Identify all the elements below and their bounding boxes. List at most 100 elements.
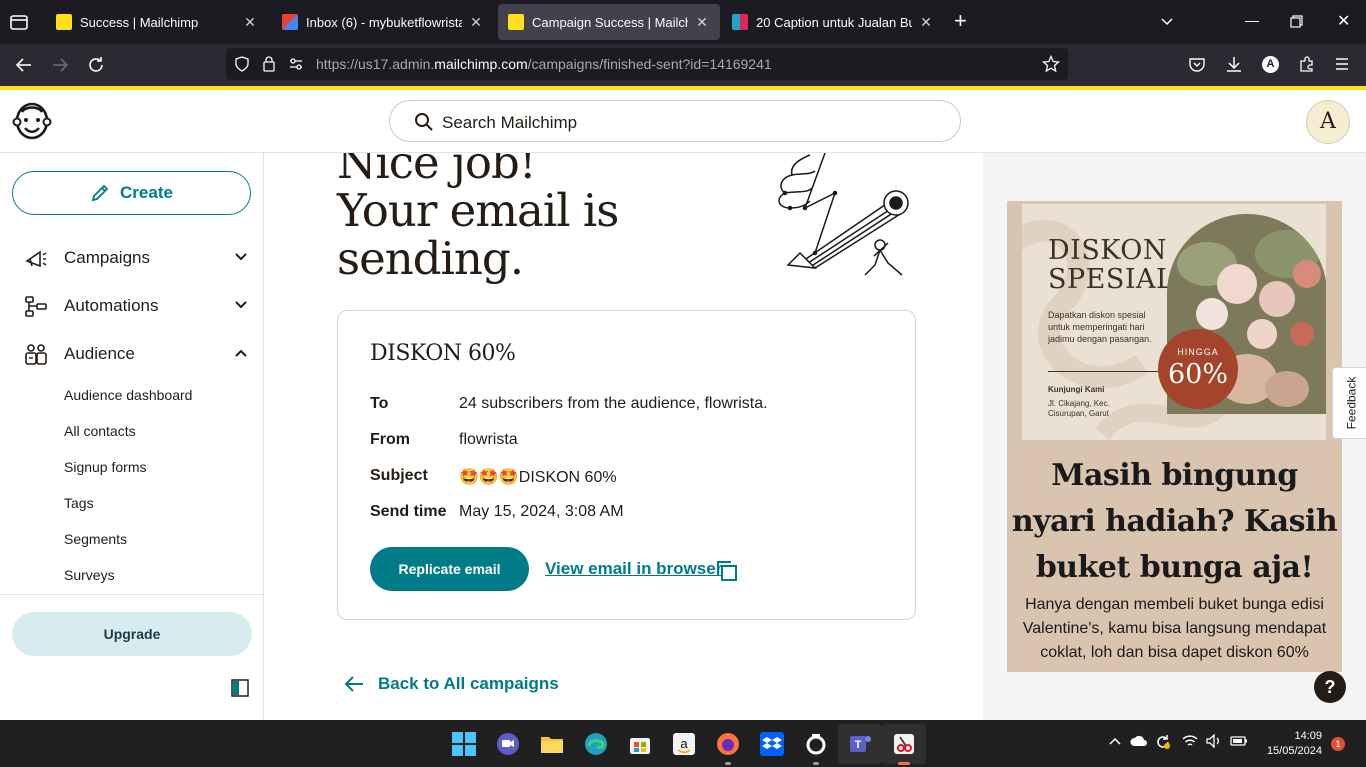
sidebar-item-audience[interactable]: Audience xyxy=(24,339,252,369)
battery-tray[interactable] xyxy=(1230,734,1248,751)
open-in-new-window-icon[interactable] xyxy=(716,560,738,582)
pocket-icon[interactable] xyxy=(1188,56,1206,74)
mailchimp-logo-icon[interactable] xyxy=(12,100,52,142)
detail-value: flowrista xyxy=(459,431,518,448)
chevron-down-icon xyxy=(235,253,247,261)
banner-title: DISKON SPESIAL xyxy=(1048,236,1174,294)
detail-value: 24 subscribers from the audience, flowri… xyxy=(459,395,768,412)
tab-title: Campaign Success | Mailchimp xyxy=(532,14,688,30)
tab-list-icon[interactable] xyxy=(8,11,30,33)
hamburger-menu-icon[interactable] xyxy=(1334,56,1350,72)
list-all-tabs-chevron-icon[interactable] xyxy=(1160,15,1174,29)
reload-icon[interactable] xyxy=(86,55,106,75)
sync-tray[interactable] xyxy=(1155,734,1171,753)
close-tab-icon[interactable]: ✕ xyxy=(918,14,934,31)
sidebar-subitem-audience-dashboard[interactable]: Audience dashboard xyxy=(64,387,192,403)
email-preview-content: DISKON SPESIAL Dapatkan diskon spesial u… xyxy=(1007,201,1342,672)
promo-body-text: Hanya dengan membeli buket bunga edisi V… xyxy=(1022,596,1327,661)
url-suffix: /campaigns/finished-sent?id=14169241 xyxy=(527,56,772,72)
network-tray[interactable] xyxy=(1182,734,1198,751)
main-content: Nice job! Your email is sending. DISKON … xyxy=(264,153,983,720)
search-placeholder: Search Mailchimp xyxy=(442,113,578,132)
back-to-all-campaigns-link[interactable]: Back to All campaigns xyxy=(344,674,559,694)
campaign-summary-card: DISKON 60% To 24 subscribers from the au… xyxy=(337,310,916,620)
banner-title-line: DISKON xyxy=(1048,235,1168,266)
show-hidden-icons-button[interactable] xyxy=(1108,734,1122,751)
cortana-ring-icon[interactable] xyxy=(803,731,829,757)
download-icon[interactable] xyxy=(1225,55,1243,73)
search-input[interactable]: Search Mailchimp xyxy=(389,100,961,142)
lock-icon[interactable] xyxy=(262,55,276,72)
detail-label: Subject xyxy=(370,467,428,484)
microsoft-store-icon[interactable] xyxy=(627,731,653,757)
sidebar-subitem-signup-forms[interactable]: Signup forms xyxy=(64,459,146,475)
close-tab-icon[interactable]: ✕ xyxy=(694,14,710,31)
extensions-puzzle-icon[interactable] xyxy=(1298,55,1316,73)
minimize-window-button[interactable]: — xyxy=(1245,12,1259,28)
detail-label: From xyxy=(370,431,410,448)
tab-inbox-gmail[interactable]: Inbox (6) - mybuketflowrista@g ✕ xyxy=(272,4,494,40)
snipping-tool-icon[interactable] xyxy=(891,731,917,757)
onedrive-tray[interactable] xyxy=(1130,734,1148,751)
windows-start-icon[interactable] xyxy=(451,731,477,757)
notification-badge[interactable]: 1 xyxy=(1331,737,1345,751)
sidebar-item-campaigns[interactable]: Campaigns xyxy=(24,243,252,273)
battery-icon xyxy=(1230,736,1247,746)
volume-tray[interactable] xyxy=(1206,733,1222,751)
address-bar[interactable]: https://us17.admin.mailchimp.com/campaig… xyxy=(226,48,1068,80)
close-tab-icon[interactable]: ✕ xyxy=(242,14,258,31)
help-button[interactable]: ? xyxy=(1314,671,1346,703)
close-window-button[interactable]: ✕ xyxy=(1337,11,1350,31)
collapse-sidebar-icon[interactable] xyxy=(231,679,249,697)
dropbox-icon[interactable] xyxy=(759,731,785,757)
teams-chat-icon[interactable] xyxy=(495,731,521,757)
new-tab-button[interactable]: + xyxy=(954,10,967,32)
url-domain: mailchimp.com xyxy=(434,56,528,72)
shield-icon[interactable] xyxy=(234,56,250,72)
file-explorer-icon[interactable] xyxy=(539,731,565,757)
chevron-down-icon xyxy=(235,301,247,309)
sidebar-item-label: Campaigns xyxy=(64,248,150,267)
restore-window-icon[interactable] xyxy=(1290,15,1303,28)
running-indicator xyxy=(813,762,819,765)
pencil-icon xyxy=(91,184,109,202)
bookmark-star-icon[interactable] xyxy=(1042,55,1060,73)
sidebar-subitem-segments[interactable]: Segments xyxy=(64,531,127,547)
upgrade-button[interactable]: Upgrade xyxy=(12,612,252,656)
audience-icon xyxy=(25,344,47,365)
banner-address: Jl. Cikajang, Kec. Cisurupan, Garut xyxy=(1048,399,1110,418)
sidebar-item-automations[interactable]: Automations xyxy=(24,291,252,321)
close-tab-icon[interactable]: ✕ xyxy=(468,14,484,31)
user-avatar[interactable]: A xyxy=(1306,100,1350,144)
detail-value: 🤩🤩🤩DISKON 60% xyxy=(459,469,617,486)
url-text[interactable]: https://us17.admin.mailchimp.com/campaig… xyxy=(316,56,772,72)
amazon-icon[interactable]: a xyxy=(671,731,697,757)
tab-title: Inbox (6) - mybuketflowrista@g xyxy=(306,14,462,30)
forward-arrow-icon[interactable] xyxy=(50,55,70,75)
headline-line: Your email is xyxy=(337,184,619,237)
replicate-email-button[interactable]: Replicate email xyxy=(370,547,529,591)
sidebar-subitem-surveys[interactable]: Surveys xyxy=(64,567,115,583)
create-button[interactable]: Create xyxy=(12,171,251,215)
banner-title-line: SPESIAL xyxy=(1048,264,1175,295)
view-email-in-browser-link[interactable]: View email in browser xyxy=(545,559,722,579)
site-permissions-icon[interactable] xyxy=(288,56,304,72)
feedback-label: Feedback xyxy=(1344,376,1359,430)
teams-icon[interactable]: T xyxy=(847,731,873,757)
mailchimp-favicon-icon xyxy=(508,14,524,30)
back-link-label: Back to All campaigns xyxy=(378,674,559,693)
running-indicator xyxy=(898,762,910,765)
feedback-tab[interactable]: Feedback xyxy=(1332,367,1366,439)
detail-label: To xyxy=(370,395,389,412)
tab-caption-buket[interactable]: 20 Caption untuk Jualan Buket B ✕ xyxy=(722,4,944,40)
tab-campaign-success[interactable]: Campaign Success | Mailchimp ✕ xyxy=(498,4,720,40)
back-arrow-icon[interactable] xyxy=(14,55,34,75)
tab-success-mailchimp[interactable]: Success | Mailchimp ✕ xyxy=(46,4,268,40)
system-clock[interactable]: 14:09 15/05/2024 xyxy=(1262,729,1322,759)
edge-browser-icon[interactable] xyxy=(583,731,609,757)
sidebar-subitem-all-contacts[interactable]: All contacts xyxy=(64,423,136,439)
firefox-icon[interactable] xyxy=(715,731,741,757)
account-avatar[interactable]: A xyxy=(1262,56,1279,73)
sidebar-subitem-tags[interactable]: Tags xyxy=(64,495,94,511)
svg-text:T: T xyxy=(855,739,862,751)
